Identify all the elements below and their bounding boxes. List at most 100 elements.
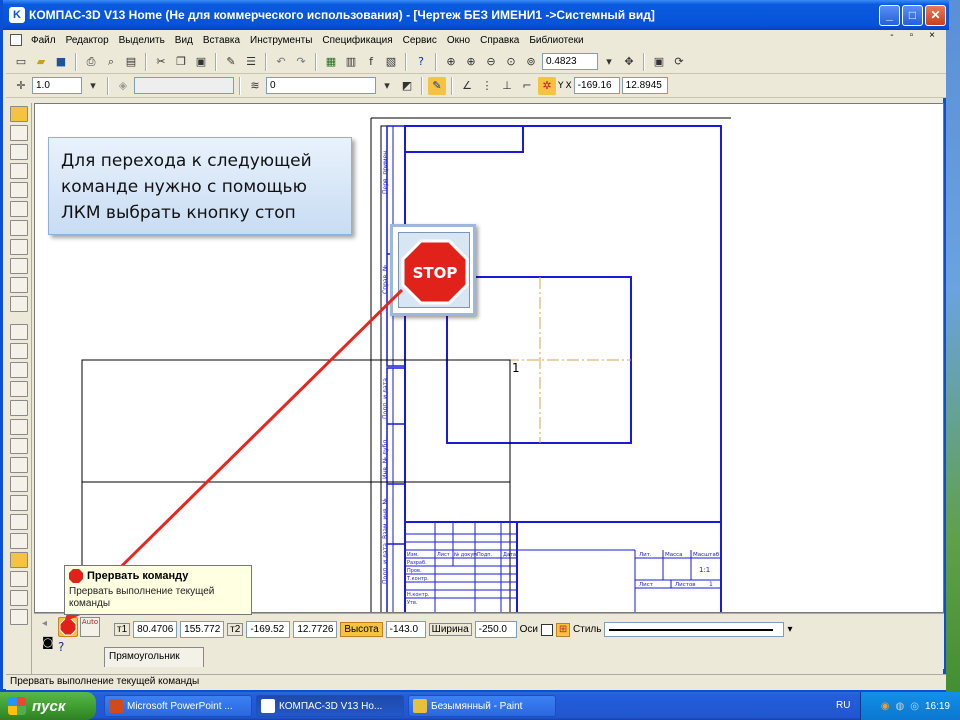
undo-icon[interactable]: ↶ bbox=[272, 53, 290, 71]
tool-geometry-icon[interactable] bbox=[10, 106, 28, 122]
format-brush-icon[interactable]: ✎ bbox=[222, 53, 240, 71]
close-button[interactable]: ✕ bbox=[925, 5, 946, 26]
tree-icon[interactable]: ▦ bbox=[322, 53, 340, 71]
tool-contour-icon[interactable] bbox=[10, 590, 28, 606]
minimize-button[interactable]: _ bbox=[879, 5, 900, 26]
menu-editor[interactable]: Редактор bbox=[61, 35, 114, 46]
help-icon[interactable]: ? bbox=[412, 53, 430, 71]
coord-y-field[interactable]: 12.8945 bbox=[621, 77, 668, 94]
zoom-field[interactable]: 0.4823 bbox=[542, 53, 598, 70]
properties-icon[interactable]: ▤ bbox=[122, 53, 140, 71]
zoom-window-icon[interactable]: ⊕ bbox=[442, 53, 460, 71]
chevron-down-icon[interactable]: ▾ bbox=[600, 53, 618, 71]
list-icon[interactable]: ☰ bbox=[242, 53, 260, 71]
layer-state-icon[interactable]: ◈ bbox=[114, 77, 132, 95]
mdi-close-button[interactable]: × bbox=[924, 30, 940, 41]
stop-button[interactable] bbox=[58, 617, 78, 637]
zoom-scale-icon[interactable]: ⊚ bbox=[522, 53, 540, 71]
pin-icon[interactable]: ◂ bbox=[42, 618, 54, 629]
title-bar[interactable]: K КОМПАС-3D V13 Home (Не для коммерческо… bbox=[3, 0, 949, 30]
refresh-icon[interactable]: ⟳ bbox=[670, 53, 688, 71]
start-button[interactable]: пуск bbox=[0, 692, 96, 720]
menu-insert[interactable]: Вставка bbox=[198, 35, 245, 46]
tool-spec-icon[interactable] bbox=[10, 239, 28, 255]
task-powerpoint[interactable]: Microsoft PowerPoint ... bbox=[104, 695, 252, 717]
menu-window[interactable]: Окно bbox=[442, 35, 475, 46]
volume-icon[interactable]: ◎ bbox=[910, 701, 919, 712]
snap-icon[interactable]: ✛ bbox=[12, 77, 30, 95]
tool-chamfer-icon[interactable] bbox=[10, 514, 28, 530]
coord-x-field[interactable]: -169.16 bbox=[573, 77, 620, 94]
tool-measure-icon[interactable] bbox=[10, 201, 28, 217]
cut-icon[interactable]: ✂ bbox=[152, 53, 170, 71]
variables-icon[interactable]: ▥ bbox=[342, 53, 360, 71]
tool-fragment-icon[interactable] bbox=[10, 296, 28, 312]
task-paint[interactable]: Безымянный - Paint bbox=[408, 695, 556, 717]
auto-create-button[interactable]: Auto bbox=[80, 617, 100, 637]
t2-y-field[interactable]: 12.7726 bbox=[293, 621, 338, 638]
menu-view[interactable]: Вид bbox=[170, 35, 198, 46]
width-field[interactable]: -250.0 bbox=[474, 621, 517, 638]
layer-manager-icon[interactable]: ◩ bbox=[398, 77, 416, 95]
axes-off-button[interactable] bbox=[541, 623, 554, 636]
layers-icon[interactable]: ≋ bbox=[246, 77, 264, 95]
t1-label[interactable]: т1 bbox=[114, 623, 131, 636]
tool-rectangle-icon[interactable] bbox=[10, 552, 28, 568]
tool-select-icon[interactable] bbox=[10, 220, 28, 236]
tray-icon[interactable]: ◍ bbox=[896, 701, 905, 712]
chevron-down-icon[interactable]: ▾ bbox=[787, 624, 792, 635]
tool-parametrization-icon[interactable] bbox=[10, 182, 28, 198]
chevron-down-icon[interactable]: ▾ bbox=[378, 77, 396, 95]
tool-bezier-icon[interactable] bbox=[10, 495, 28, 511]
zoom-in-icon[interactable]: ⊕ bbox=[462, 53, 480, 71]
chevron-down-icon[interactable]: ▾ bbox=[84, 77, 102, 95]
axes-on-button[interactable]: ⊞ bbox=[556, 622, 571, 637]
copy-icon[interactable]: ❐ bbox=[172, 53, 190, 71]
save-icon[interactable]: ■ bbox=[52, 53, 70, 71]
height-field[interactable]: -143.0 bbox=[385, 621, 426, 638]
tool-arc-icon[interactable] bbox=[10, 400, 28, 416]
camera-icon[interactable]: ◙ bbox=[42, 635, 54, 649]
t1-x-field[interactable]: 80.4706 bbox=[133, 621, 178, 638]
menu-libraries[interactable]: Библиотеки bbox=[524, 35, 588, 46]
t2-label[interactable]: т2 bbox=[227, 623, 244, 636]
maximize-button[interactable]: □ bbox=[902, 5, 923, 26]
ortho-icon[interactable]: ∠ bbox=[458, 77, 476, 95]
menu-specification[interactable]: Спецификация bbox=[317, 35, 397, 46]
menu-file[interactable]: Файл bbox=[26, 35, 61, 46]
zoom-out-icon[interactable]: ⊖ bbox=[482, 53, 500, 71]
mdi-restore-button[interactable]: ▫ bbox=[905, 30, 919, 41]
tool-aux-line-icon[interactable] bbox=[10, 343, 28, 359]
preview-icon[interactable]: ⌕ bbox=[102, 53, 120, 71]
language-indicator[interactable]: RU bbox=[836, 700, 850, 711]
print-icon[interactable]: ⎙ bbox=[82, 53, 100, 71]
line-style-select[interactable] bbox=[604, 622, 785, 637]
tool-segment-icon[interactable] bbox=[10, 362, 28, 378]
tool-fillet-icon[interactable] bbox=[10, 533, 28, 549]
tool-circle-icon[interactable] bbox=[10, 381, 28, 397]
tool-insert-icon[interactable] bbox=[10, 277, 28, 293]
tool-hatch-icon[interactable] bbox=[10, 457, 28, 473]
ortho-mode-icon[interactable]: ⌐ bbox=[518, 77, 536, 95]
tool-polyline-icon[interactable] bbox=[10, 476, 28, 492]
menu-select[interactable]: Выделить bbox=[114, 35, 170, 46]
tool-dimensions-icon[interactable] bbox=[10, 125, 28, 141]
tool-reports-icon[interactable] bbox=[10, 258, 28, 274]
snap-active-icon[interactable]: ✲ bbox=[538, 76, 556, 95]
function-icon[interactable]: f bbox=[362, 53, 380, 71]
t1-y-field[interactable]: 155.772 bbox=[180, 621, 225, 638]
width-label[interactable]: Ширина bbox=[428, 623, 472, 636]
tool-collection-icon[interactable] bbox=[10, 609, 28, 625]
tool-point-icon[interactable] bbox=[10, 324, 28, 340]
pan-icon[interactable]: ✥ bbox=[620, 53, 638, 71]
tool-spline-icon[interactable] bbox=[10, 438, 28, 454]
zoom-icon[interactable]: ⊙ bbox=[502, 53, 520, 71]
new-document-icon[interactable]: ▭ bbox=[12, 53, 30, 71]
manager-icon[interactable]: ▧ bbox=[382, 53, 400, 71]
menu-tools[interactable]: Инструменты bbox=[245, 35, 317, 46]
scale-field[interactable]: 1.0 bbox=[32, 77, 82, 94]
tray-icon[interactable]: ◉ bbox=[881, 701, 890, 712]
menu-help[interactable]: Справка bbox=[475, 35, 524, 46]
paste-icon[interactable]: ▣ bbox=[192, 53, 210, 71]
style-brush-icon[interactable]: ✎ bbox=[428, 76, 446, 95]
